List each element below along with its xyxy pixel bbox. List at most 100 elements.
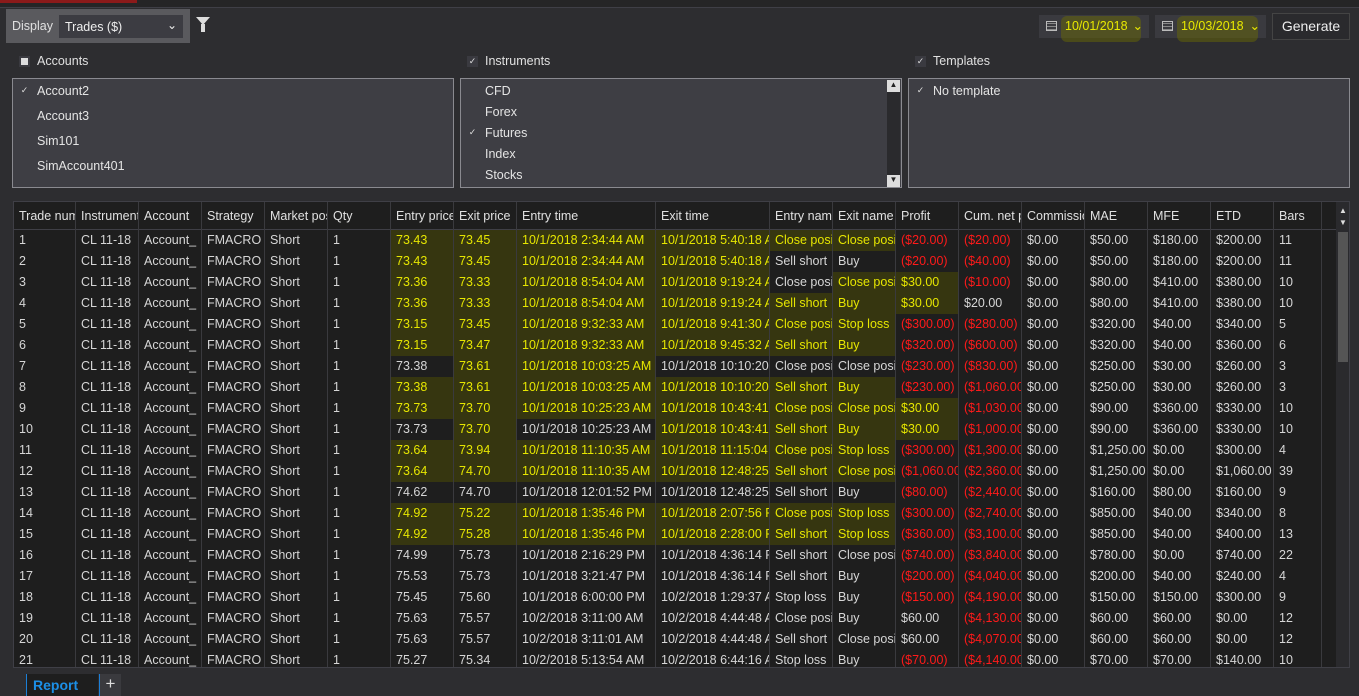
cell-etd: $380.00 [1211,272,1274,293]
start-date-picker[interactable]: 10/01/2018 ⌄ [1039,15,1149,42]
table-row[interactable]: 2 CL 11-18 Account_ FMACRO Short 1 73.43 73.45 1… [14,251,1336,272]
tab-report[interactable]: Report [26,674,98,696]
grid-scrollbar[interactable]: ▲ ▼ [1336,202,1349,667]
table-row[interactable]: 8 CL 11-18 Account_ FMACRO Short 1 73.38 73.61 1… [14,377,1336,398]
accounts-item[interactable]: SimAccount401 [37,159,125,173]
column-header[interactable]: Entry price [391,202,454,230]
column-header[interactable]: Exit price [454,202,517,230]
column-header[interactable]: Profit [896,202,959,230]
column-header[interactable]: Instrument [76,202,139,230]
column-header[interactable]: Market pos. [265,202,328,230]
item-label: No template [933,84,1001,98]
checkbox[interactable]: ✓ [19,85,30,96]
instruments-item[interactable]: ✓ Futures [469,126,528,140]
item-label: Futures [485,126,528,140]
column-header[interactable]: Account [139,202,202,230]
cell-exit-price: 75.34 [454,650,517,667]
table-row[interactable]: 10 CL 11-18 Account_ FMACRO Short 1 73.73 73.70… [14,419,1336,440]
checkbox[interactable]: ✓ [915,85,926,96]
column-header[interactable]: Qty [328,202,391,230]
instruments-item[interactable]: Index [485,147,516,161]
checkbox[interactable] [19,135,30,146]
table-row[interactable]: 11 CL 11-18 Account_ FMACRO Short 1 73.64 73.94… [14,440,1336,461]
end-date-picker[interactable]: 10/03/2018 ⌄ [1155,15,1266,42]
column-header[interactable]: Exit time [656,202,770,230]
table-row[interactable]: 12 CL 11-18 Account_ FMACRO Short 1 73.64 74.70… [14,461,1336,482]
checkbox[interactable] [467,106,478,117]
table-row[interactable]: 21 CL 11-18 Account_ FMACRO Short 1 75.27 75.34… [14,650,1336,667]
table-row[interactable]: 15 CL 11-18 Account_ FMACRO Short 1 74.92 75.28… [14,524,1336,545]
table-row[interactable]: 6 CL 11-18 Account_ FMACRO Short 1 73.15 73.47 1… [14,335,1336,356]
templates-checkbox[interactable]: ✓ [915,56,926,67]
cell-exit-time: 10/1/2018 12:48:25 PM [656,482,770,503]
display-select[interactable]: Trades ($) ⌄ [59,15,183,38]
table-row[interactable]: 20 CL 11-18 Account_ FMACRO Short 1 75.63 75.57… [14,629,1336,650]
checkbox[interactable] [19,110,30,121]
column-header[interactable]: Exit name [833,202,896,230]
column-header[interactable]: Bars [1274,202,1322,230]
cell-market-pos: Short [265,608,328,629]
table-row[interactable]: 4 CL 11-18 Account_ FMACRO Short 1 73.36 73.33 1… [14,293,1336,314]
table-row[interactable]: 13 CL 11-18 Account_ FMACRO Short 1 74.62 74.70… [14,482,1336,503]
column-header[interactable]: Cum. net profit [959,202,1022,230]
cell-strategy: FMACRO [202,482,265,503]
accounts-item[interactable]: Account3 [37,109,89,123]
cell-etd: $240.00 [1211,566,1274,587]
table-row[interactable]: 14 CL 11-18 Account_ FMACRO Short 1 74.92 75.22… [14,503,1336,524]
instruments-scrollbar[interactable]: ▲ ▼ [887,80,900,187]
column-header[interactable]: Commission [1022,202,1085,230]
table-row[interactable]: 7 CL 11-18 Account_ FMACRO Short 1 73.38 73.61 1… [14,356,1336,377]
checkbox[interactable] [467,148,478,159]
cell-trade-number: 20 [14,629,76,650]
cell-entry-price: 74.92 [391,524,454,545]
cell-entry-price: 73.73 [391,398,454,419]
scrollbar-thumb[interactable] [1338,232,1348,362]
cell-trade-number: 14 [14,503,76,524]
table-row[interactable]: 19 CL 11-18 Account_ FMACRO Short 1 75.63 75.57… [14,608,1336,629]
accounts-item[interactable]: Sim101 [37,134,79,148]
table-row[interactable]: 3 CL 11-18 Account_ FMACRO Short 1 73.36 73.33 1… [14,272,1336,293]
table-row[interactable]: 1 CL 11-18 Account_ FMACRO Short 1 73.43 73.45 1… [14,230,1336,251]
cell-instrument: CL 11-18 [76,545,139,566]
column-header[interactable]: Entry time [517,202,656,230]
cell-profit: ($150.00) [896,587,959,608]
checkbox[interactable]: ✓ [467,127,478,138]
scroll-down-icon[interactable]: ▼ [1336,218,1349,230]
checkbox[interactable] [19,160,30,171]
templates-item[interactable]: ✓ No template [917,84,1001,98]
column-header[interactable]: ETD [1211,202,1274,230]
table-row[interactable]: 16 CL 11-18 Account_ FMACRO Short 1 74.99 75.73… [14,545,1336,566]
checkbox[interactable] [467,85,478,96]
instruments-item[interactable]: CFD [485,84,511,98]
cell-commission: $0.00 [1022,482,1085,503]
cell-bars: 4 [1274,566,1322,587]
scroll-up-icon[interactable]: ▲ [1336,206,1349,218]
accounts-item[interactable]: ✓ Account2 [21,84,89,98]
cell-entry-name: Stop loss [770,587,833,608]
scroll-up-icon[interactable]: ▲ [887,80,900,92]
grid-header: Trade numberInstrumentAccountStrategyMar… [14,202,1336,230]
scroll-down-icon[interactable]: ▼ [887,175,900,187]
generate-button[interactable]: Generate [1272,13,1350,40]
table-row[interactable]: 9 CL 11-18 Account_ FMACRO Short 1 73.73 73.70 1… [14,398,1336,419]
table-row[interactable]: 5 CL 11-18 Account_ FMACRO Short 1 73.15 73.45 1… [14,314,1336,335]
filter-icon-stem[interactable] [201,24,205,32]
add-tab-button[interactable]: + [99,674,121,696]
cell-instrument: CL 11-18 [76,335,139,356]
instruments-checkbox[interactable]: ✓ [467,56,478,67]
checkbox[interactable] [467,169,478,180]
cell-market-pos: Short [265,587,328,608]
table-row[interactable]: 18 CL 11-18 Account_ FMACRO Short 1 75.45 75.60… [14,587,1336,608]
column-header[interactable]: MFE [1148,202,1211,230]
cell-trade-number: 9 [14,398,76,419]
instruments-item[interactable]: Forex [485,105,517,119]
column-header[interactable]: Entry name [770,202,833,230]
column-header[interactable]: Trade number [14,202,76,230]
instruments-item[interactable]: Stocks [485,168,523,182]
accounts-checkbox[interactable] [19,56,30,67]
column-header[interactable]: Strategy [202,202,265,230]
column-header[interactable]: MAE [1085,202,1148,230]
cell-bars: 13 [1274,524,1322,545]
cell-entry-name: Sell short [770,566,833,587]
table-row[interactable]: 17 CL 11-18 Account_ FMACRO Short 1 75.53 75.73… [14,566,1336,587]
